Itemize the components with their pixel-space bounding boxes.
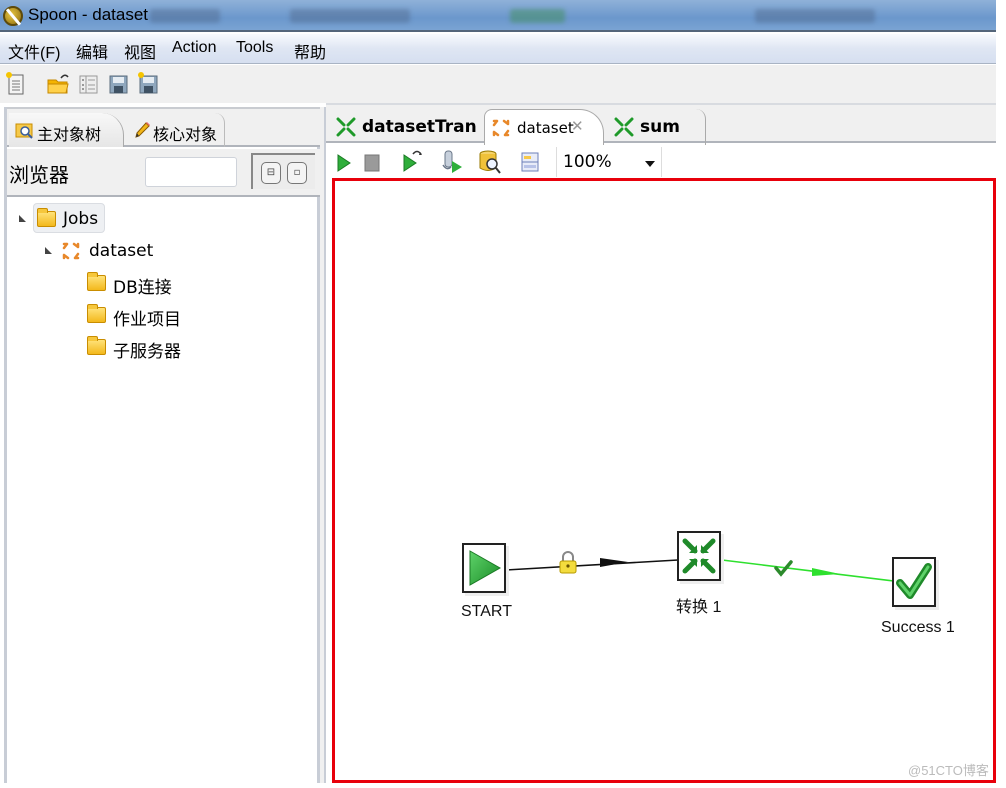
save-as-icon[interactable] — [138, 72, 158, 96]
tree-item-job-entries[interactable]: 作业项目 — [7, 303, 307, 330]
open-folder-icon[interactable] — [46, 72, 70, 96]
node-label-transformation: 转换 1 — [676, 599, 722, 616]
expand-arrow-icon[interactable] — [19, 215, 26, 222]
tree-item-dataset[interactable]: dataset — [7, 239, 307, 265]
hop-on-success[interactable] — [721, 559, 895, 582]
menu-view[interactable]: 视图 — [124, 39, 156, 63]
menu-help[interactable]: 帮助 — [294, 39, 326, 63]
zoom-value: 100% — [563, 152, 612, 172]
editor-toolbar: 100% — [326, 145, 996, 179]
success-check-icon — [896, 563, 932, 599]
node-label-start: START — [461, 603, 512, 620]
job-icon — [492, 119, 510, 137]
tree-item-slave-servers[interactable]: 子服务器 — [7, 335, 307, 362]
run-icon[interactable] — [336, 153, 352, 173]
start-play-icon — [469, 550, 502, 586]
hop-unconditional[interactable] — [505, 559, 679, 571]
title-bar: Spoon - dataset — [0, 0, 996, 32]
expand-arrow-icon[interactable] — [45, 247, 52, 254]
save-icon[interactable] — [108, 72, 128, 96]
menu-file[interactable]: 文件(F) — [8, 39, 60, 63]
node-success[interactable] — [892, 557, 936, 607]
browser-label: 浏览器 — [9, 163, 69, 187]
folder-icon — [87, 272, 106, 291]
tab-label: 主对象树 — [37, 125, 102, 144]
blurred-background-text — [150, 9, 220, 23]
folder-icon — [87, 304, 106, 323]
explore-db-icon[interactable] — [520, 151, 540, 173]
lock-icon — [559, 551, 577, 574]
tree-item-db-connections[interactable]: DB连接 — [7, 271, 307, 298]
replay-icon[interactable] — [402, 149, 424, 173]
collapse-view-icon[interactable]: ▫ — [287, 162, 307, 184]
tree-item-jobs[interactable]: Jobs — [7, 203, 307, 233]
folder-icon — [37, 208, 56, 227]
close-tab-icon[interactable]: ✕ — [571, 117, 584, 135]
tree-item-label: Jobs — [63, 209, 99, 229]
tab-sum[interactable]: sum — [608, 109, 708, 145]
blurred-background-text — [510, 9, 565, 23]
new-file-icon[interactable] — [6, 72, 26, 96]
tab-core-objects[interactable]: 核心对象 — [125, 113, 225, 147]
tree-item-label: 作业项目 — [113, 310, 181, 330]
browser-row: 浏览器 ⊟ ▫ — [7, 149, 320, 197]
tab-dataset[interactable]: dataset ✕ — [484, 109, 604, 145]
tab-separator — [694, 109, 706, 145]
node-transformation[interactable] — [677, 531, 721, 581]
stop-icon[interactable] — [364, 153, 380, 173]
left-panel-tabs: 主对象树 核心对象 — [7, 107, 320, 147]
hop-arrow-icon — [600, 558, 628, 567]
tree-item-label: DB连接 — [113, 278, 172, 298]
tab-label: 核心对象 — [153, 125, 218, 144]
menu-edit[interactable]: 编辑 — [76, 39, 108, 63]
watermark: @51CTO博客 — [908, 763, 989, 778]
window-title: Spoon - dataset — [28, 5, 149, 24]
menu-action[interactable]: Action — [172, 39, 216, 57]
tab-main-object-tree[interactable]: 主对象树 — [9, 113, 124, 147]
panel-splitter[interactable] — [320, 107, 326, 783]
browser-search-input[interactable] — [145, 157, 237, 187]
chevron-down-icon[interactable] — [645, 161, 655, 167]
collapse-arrow-icon[interactable] — [72, 309, 79, 321]
menu-tools[interactable]: Tools — [236, 39, 273, 57]
tree-item-label: 子服务器 — [113, 342, 181, 362]
blurred-background-text — [290, 9, 410, 23]
tab-label: sum — [640, 117, 680, 137]
main-toolbar — [0, 65, 996, 103]
menu-bar: 文件(F) 编辑 视图 Action Tools 帮助 — [0, 34, 996, 64]
explorer-icon[interactable] — [78, 72, 98, 96]
sql-search-icon[interactable] — [478, 149, 502, 175]
node-start[interactable] — [462, 543, 506, 593]
hop-layer — [505, 551, 895, 582]
transformation-icon — [614, 117, 634, 137]
transformation-icon — [682, 538, 716, 574]
view-button-group: ⊟ ▫ — [251, 153, 315, 189]
blurred-background-text — [755, 9, 875, 23]
zoom-select[interactable]: 100% — [556, 147, 662, 177]
job-icon — [62, 242, 80, 260]
tree-view-icon[interactable]: ⊟ — [261, 162, 281, 184]
search-folder-icon — [15, 123, 33, 139]
hop-arrow-icon — [812, 568, 840, 576]
transformation-icon — [336, 117, 356, 137]
tab-label: dataset — [517, 119, 574, 137]
editor-tabs: datasetTran dataset ✕ sum — [326, 103, 996, 145]
job-canvas[interactable]: START 转换 1 Success 1 — [332, 178, 996, 783]
tab-label: datasetTran — [362, 117, 477, 137]
pencil-icon — [135, 122, 150, 138]
check-icon[interactable] — [440, 149, 464, 175]
tree-item-label: dataset — [89, 241, 154, 261]
folder-icon — [87, 336, 106, 355]
node-label-success: Success 1 — [881, 619, 955, 636]
spoon-logo-icon — [3, 6, 23, 26]
tab-datasetTran[interactable]: datasetTran — [330, 109, 480, 145]
left-panel: 主对象树 核心对象 浏览器 ⊟ ▫ Jobs dataset DB连接 作业项目… — [4, 107, 320, 783]
